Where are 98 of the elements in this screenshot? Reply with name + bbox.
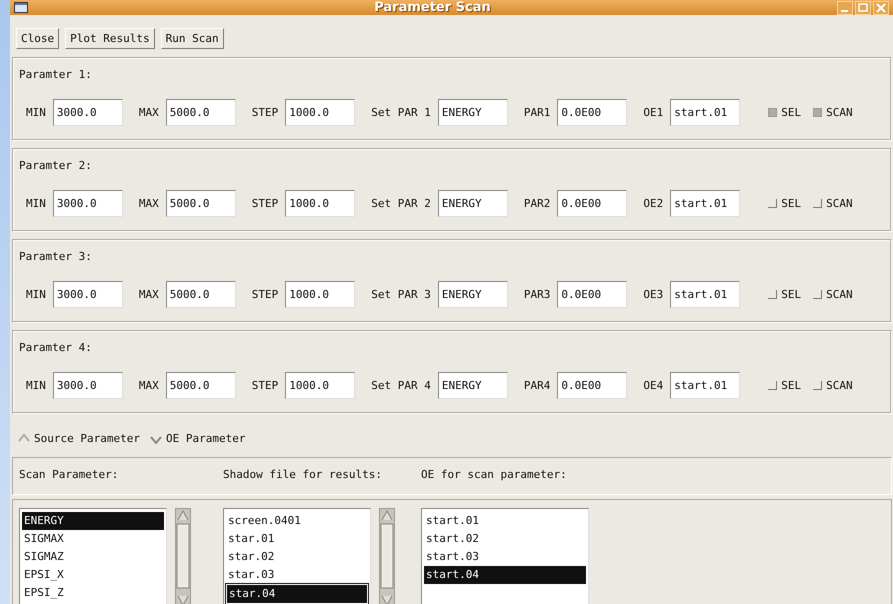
field-label: STEP bbox=[252, 288, 278, 301]
input-field[interactable]: 0.0E00 bbox=[557, 99, 628, 126]
field-label: MIN bbox=[26, 288, 46, 301]
input-field[interactable]: 5000.0 bbox=[166, 372, 236, 399]
toolbar-button[interactable]: Plot Results bbox=[65, 28, 155, 49]
list-header: OE for scan parameter: bbox=[421, 468, 567, 481]
checkbox[interactable] bbox=[813, 290, 822, 299]
checkbox-label: SCAN bbox=[826, 288, 853, 301]
checkbox[interactable] bbox=[768, 381, 778, 390]
checkbox[interactable] bbox=[768, 290, 778, 299]
close-icon[interactable] bbox=[873, 0, 889, 14]
field-label: STEP bbox=[252, 379, 278, 392]
field-label: MIN bbox=[26, 197, 46, 210]
window-icon bbox=[14, 2, 28, 13]
input-field[interactable]: 0.0E00 bbox=[557, 372, 628, 399]
input-field[interactable]: 0.0E00 bbox=[557, 190, 628, 217]
input-field[interactable]: 0.0E00 bbox=[557, 281, 628, 308]
input-field[interactable]: start.01 bbox=[670, 372, 740, 399]
field-label: STEP bbox=[252, 106, 278, 119]
checkbox-label: SCAN bbox=[826, 106, 853, 119]
field-label: Set PAR 3 bbox=[371, 288, 431, 301]
radio-label: Source Parameter bbox=[34, 432, 140, 445]
field-label: PAR4 bbox=[524, 379, 550, 392]
field-label: Set PAR 4 bbox=[371, 379, 431, 392]
list-item[interactable]: star.04 bbox=[226, 584, 368, 604]
input-field[interactable]: 1000.0 bbox=[285, 372, 356, 399]
list-item[interactable]: start.03 bbox=[424, 548, 586, 566]
field-label: PAR3 bbox=[524, 288, 550, 301]
checkbox[interactable] bbox=[768, 199, 778, 208]
field-label: MAX bbox=[138, 197, 159, 210]
list-item[interactable]: screen.0401 bbox=[226, 512, 368, 530]
scrollbar[interactable] bbox=[379, 508, 395, 604]
panel-title: Paramter 2: bbox=[19, 159, 92, 172]
panel-title: Paramter 1: bbox=[19, 68, 92, 81]
list-item[interactable]: EPSI_X bbox=[22, 566, 164, 584]
input-field[interactable]: start.01 bbox=[670, 190, 740, 217]
input-field[interactable]: 3000.0 bbox=[52, 99, 123, 126]
list-item[interactable]: SIGMAX bbox=[22, 530, 164, 548]
checkbox[interactable] bbox=[768, 108, 778, 117]
input-field[interactable]: 5000.0 bbox=[166, 99, 236, 126]
panel-title: Paramter 4: bbox=[19, 341, 92, 354]
maximize-icon[interactable] bbox=[855, 0, 871, 14]
toolbar-button[interactable]: Run Scan bbox=[160, 28, 224, 49]
checkbox-label: SEL bbox=[781, 197, 802, 210]
input-field[interactable]: 5000.0 bbox=[166, 281, 236, 308]
input-field[interactable]: ENERGY bbox=[438, 281, 508, 308]
field-label: MIN bbox=[26, 379, 46, 392]
field-label: OE2 bbox=[643, 197, 664, 210]
input-field[interactable]: 1000.0 bbox=[285, 99, 356, 126]
field-label: Set PAR 1 bbox=[371, 106, 431, 119]
input-field[interactable]: ENERGY bbox=[438, 372, 508, 399]
checkbox-label: SEL bbox=[781, 106, 802, 119]
input-field[interactable]: start.01 bbox=[670, 281, 740, 308]
input-field[interactable]: 3000.0 bbox=[52, 372, 123, 399]
input-field[interactable]: 3000.0 bbox=[52, 190, 123, 217]
list-item[interactable]: start.04 bbox=[424, 566, 586, 584]
list-item[interactable]: star.01 bbox=[226, 530, 368, 548]
field-label: Set PAR 2 bbox=[371, 197, 431, 210]
list-item[interactable]: ENERGY bbox=[22, 512, 164, 530]
list-item[interactable]: EPSI_Z bbox=[22, 584, 164, 602]
checkbox-label: SCAN bbox=[826, 379, 853, 392]
list-item[interactable]: SIGMAZ bbox=[22, 548, 164, 566]
list-header: Scan Parameter: bbox=[19, 468, 120, 481]
field-label: PAR1 bbox=[524, 106, 550, 119]
radio-button[interactable] bbox=[18, 432, 30, 444]
field-label: MAX bbox=[138, 106, 159, 119]
list-item[interactable]: start.02 bbox=[424, 530, 586, 548]
checkbox[interactable] bbox=[813, 199, 822, 208]
field-label: MAX bbox=[138, 379, 159, 392]
list-item[interactable]: star.03 bbox=[226, 566, 368, 584]
field-label: STEP bbox=[252, 197, 278, 210]
window-title: Parameter Scan bbox=[373, 0, 492, 15]
checkbox-label: SEL bbox=[781, 379, 802, 392]
field-label: MAX bbox=[138, 288, 159, 301]
field-label: OE1 bbox=[643, 106, 664, 119]
input-field[interactable]: 3000.0 bbox=[52, 281, 123, 308]
list-header: Shadow file for results: bbox=[223, 468, 383, 481]
list-item[interactable]: star.02 bbox=[226, 548, 368, 566]
checkbox[interactable] bbox=[813, 381, 822, 390]
minimize-icon[interactable] bbox=[837, 0, 853, 14]
toolbar-button[interactable]: Close bbox=[16, 28, 60, 49]
field-label: OE3 bbox=[643, 288, 664, 301]
input-field[interactable]: ENERGY bbox=[438, 190, 508, 217]
checkbox-label: SEL bbox=[781, 288, 802, 301]
input-field[interactable]: start.01 bbox=[670, 99, 740, 126]
input-field[interactable]: 5000.0 bbox=[166, 190, 236, 217]
field-label: OE4 bbox=[643, 379, 664, 392]
radio-label: OE Parameter bbox=[166, 432, 246, 445]
scrollbar[interactable] bbox=[175, 508, 191, 604]
field-label: PAR2 bbox=[524, 197, 550, 210]
field-label: MIN bbox=[26, 106, 46, 119]
checkbox[interactable] bbox=[813, 108, 822, 117]
input-field[interactable]: ENERGY bbox=[438, 99, 508, 126]
checkbox-label: SCAN bbox=[826, 197, 853, 210]
list-item[interactable]: start.01 bbox=[424, 512, 586, 530]
input-field[interactable]: 1000.0 bbox=[285, 281, 356, 308]
panel-title: Paramter 3: bbox=[19, 250, 92, 263]
input-field[interactable]: 1000.0 bbox=[285, 190, 356, 217]
